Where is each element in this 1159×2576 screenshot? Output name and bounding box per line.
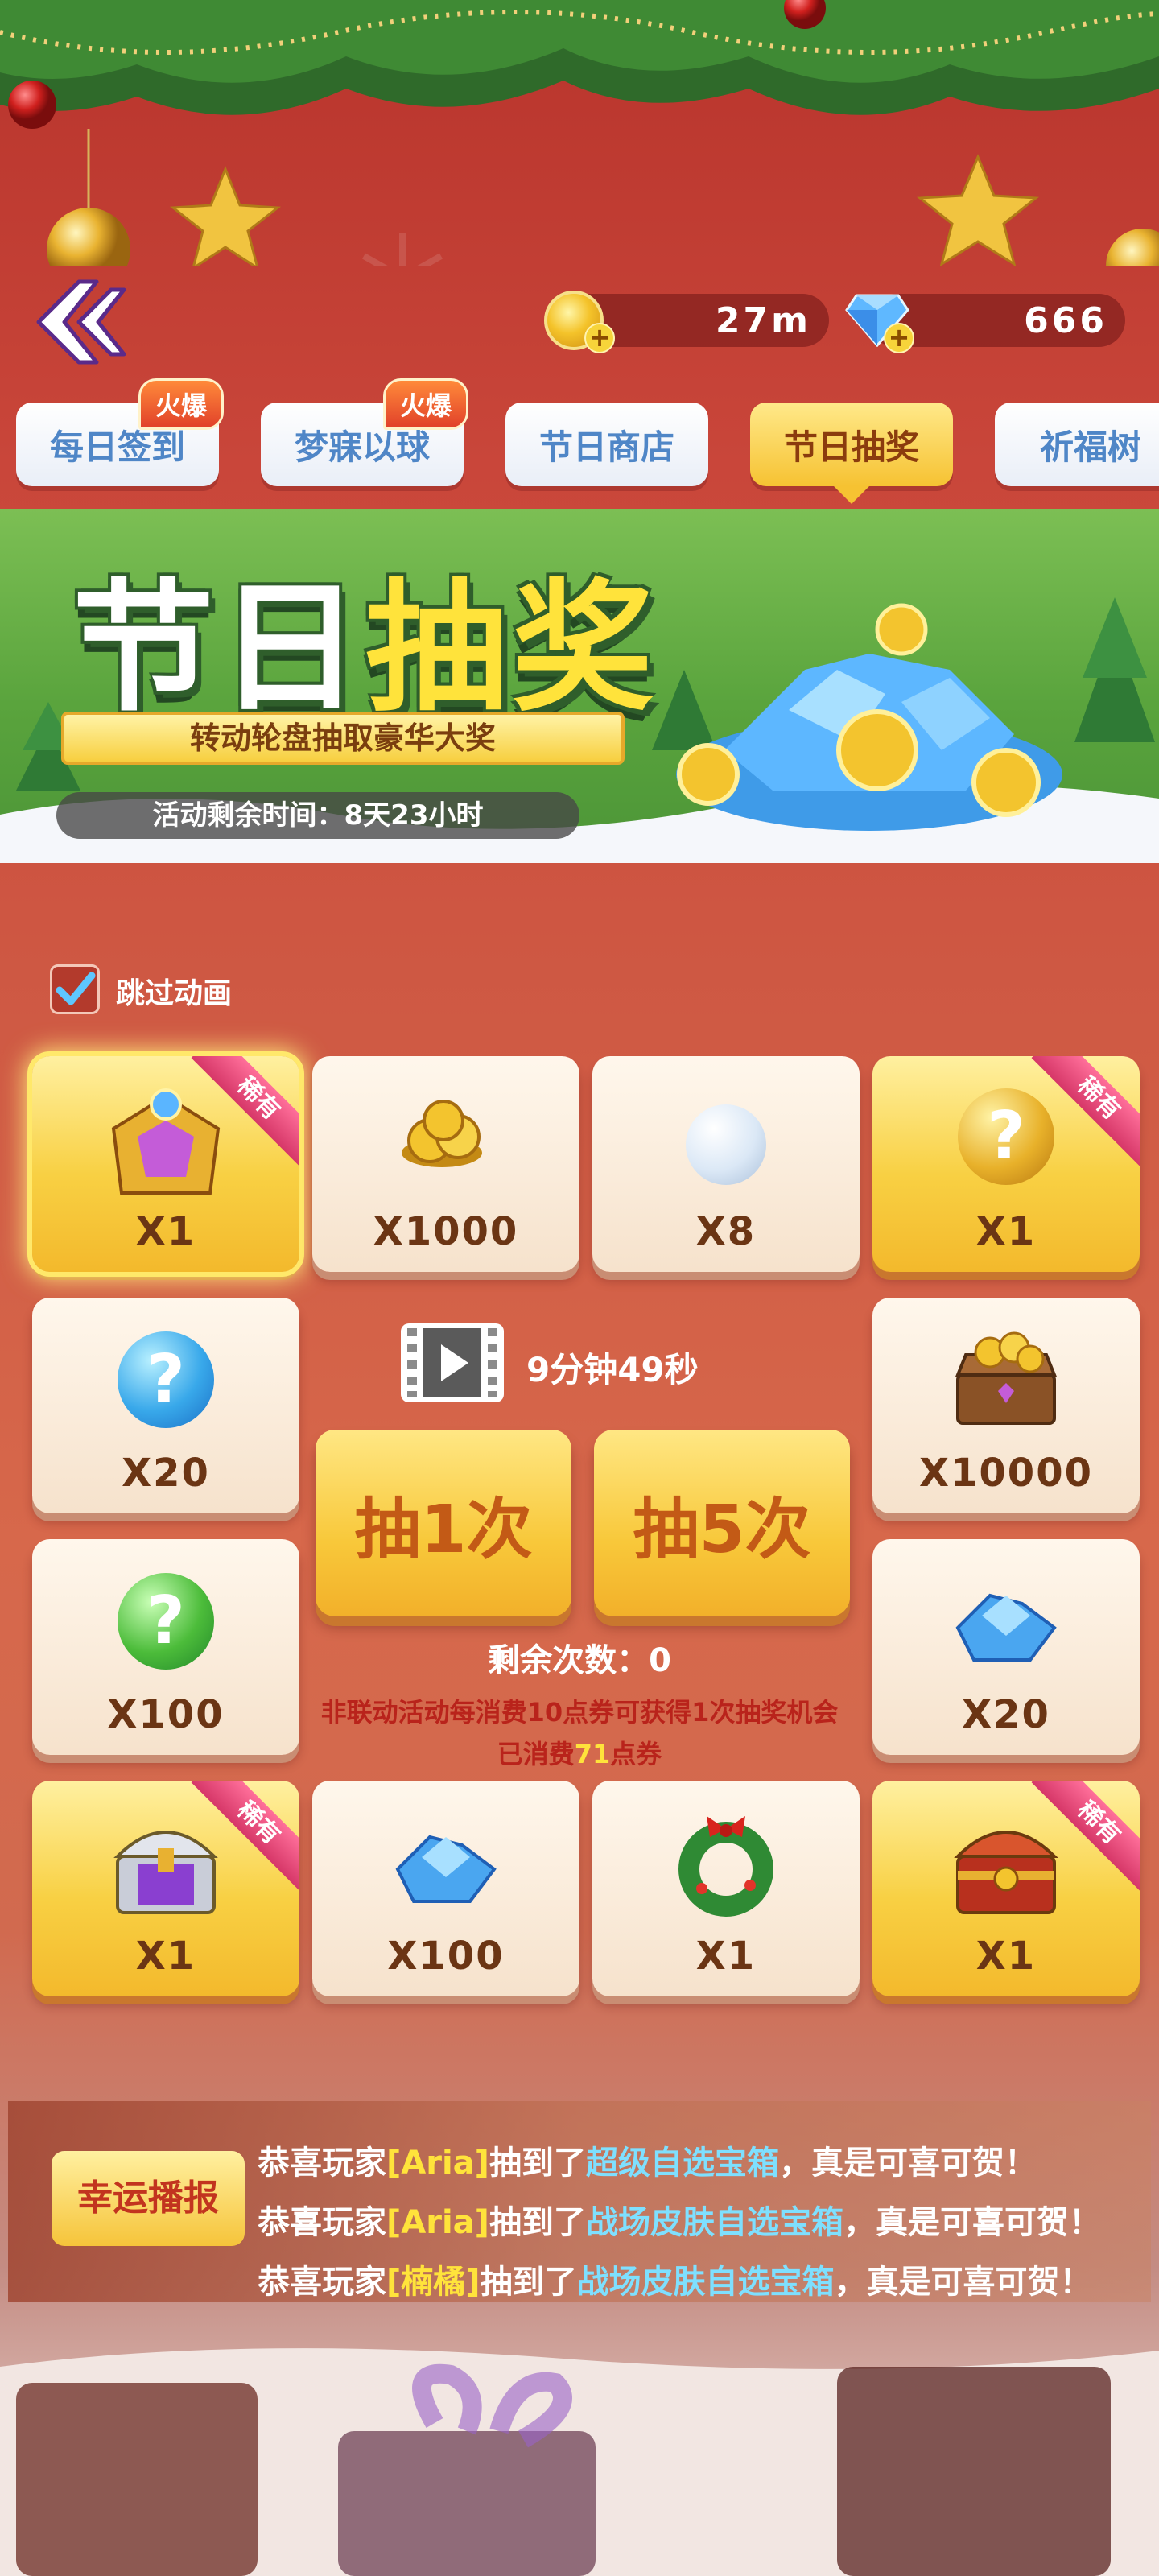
prize-quantity: X1 — [135, 1209, 196, 1254]
banner-title: 节日抽奖 — [72, 533, 658, 738]
prize-quantity: X1000 — [373, 1209, 519, 1254]
prize-quantity: X10000 — [919, 1451, 1093, 1496]
skip-animation-label: 跳过动画 — [116, 977, 233, 1010]
prize-cell[interactable]: ? X20 — [32, 1298, 299, 1513]
prize-cell[interactable]: 稀有 X1 — [27, 1051, 304, 1277]
remaining-draws: 剩余次数：0 — [488, 1642, 671, 1679]
player-name: [楠橘] — [386, 2264, 481, 2301]
broadcast-message: 恭喜玩家[Aria]抽到了战场皮肤自选宝箱，真是可喜可贺！ — [258, 2196, 1101, 2243]
msg-mid: 抽到了 — [480, 2264, 577, 2301]
video-cooldown-timer: 9分钟49秒 — [526, 1350, 699, 1389]
checkmark-icon — [56, 972, 96, 1005]
spent-points-text: 已消费71点券 — [0, 1734, 1159, 1771]
purple-chest-icon — [113, 1831, 218, 1914]
prize-cell[interactable]: X1000 — [312, 1056, 580, 1272]
gold-mystery-orb-icon: ? — [958, 1088, 1054, 1185]
msg-suffix: ，真是可喜可贺！ — [778, 2145, 1037, 2182]
broadcast-message: 恭喜玩家[楠橘]抽到了战场皮肤自选宝箱，真是可喜可贺！ — [258, 2256, 1092, 2302]
player-name: [Aria] — [386, 2145, 489, 2182]
broadcast-message: 恭喜玩家[Aria]抽到了超级自选宝箱，真是可喜可贺！ — [258, 2136, 1037, 2183]
draw-five-button[interactable]: 抽5次 — [594, 1430, 850, 1616]
gold-amount: 27m — [715, 300, 811, 341]
prize-quantity: X1 — [975, 1934, 1037, 1979]
msg-suffix: ，真是可喜可贺！ — [843, 2204, 1101, 2241]
player-name: [Aria] — [386, 2204, 489, 2241]
event-remaining-time: 活动剩余时间：8天23小时 — [56, 792, 580, 839]
draw-once-label: 抽1次 — [354, 1491, 533, 1568]
prize-quantity: X100 — [387, 1934, 505, 1979]
msg-prefix: 恭喜玩家 — [258, 2204, 386, 2241]
hot-badge: 火爆 — [382, 378, 468, 430]
banner-title-part2: 抽奖 — [365, 566, 659, 731]
prize-cell[interactable]: 稀有 X1 — [32, 1781, 299, 1996]
tab-label: 祈福树 — [1040, 427, 1142, 467]
prize-cell[interactable]: X10000 — [872, 1298, 1140, 1513]
gold-currency: + 27m — [544, 291, 829, 353]
tab-festival-shop[interactable]: 节日商店 — [505, 402, 708, 486]
tab-daily-checkin[interactable]: 每日签到 火爆 — [16, 378, 224, 486]
spent-prefix: 已消费 — [497, 1739, 575, 1769]
golden-armor-chest-icon — [111, 1088, 221, 1195]
msg-mid: 抽到了 — [489, 2145, 586, 2182]
banner-title-part1: 节日 — [72, 566, 366, 731]
reward-name: 战场皮肤自选宝箱 — [576, 2264, 835, 2301]
prize-cell[interactable]: ? 稀有 X1 — [872, 1056, 1140, 1272]
diamond-amount: 666 — [1024, 300, 1107, 341]
diamond-pile-icon — [676, 603, 1062, 831]
reward-name: 超级自选宝箱 — [585, 2145, 779, 2182]
lucky-broadcast-panel: 幸运播报 恭喜玩家[Aria]抽到了超级自选宝箱，真是可喜可贺！ 恭喜玩家[Ar… — [8, 2101, 1151, 2302]
tab-blessing-tree[interactable]: 祈福树 — [995, 402, 1159, 486]
prize-quantity: X1 — [975, 1209, 1037, 1254]
back-button[interactable] — [23, 274, 127, 370]
tab-dream-ball[interactable]: 梦寐以球 火爆 — [261, 378, 468, 486]
banner-subtitle: 转动轮盘抽取豪华大奖 — [61, 712, 625, 765]
reward-name: 战场皮肤自选宝箱 — [585, 2204, 843, 2241]
watch-video-icon[interactable] — [398, 1320, 507, 1406]
diamond-currency: + 666 — [845, 294, 1125, 353]
tab-festival-lottery[interactable]: 节日抽奖 — [750, 402, 953, 504]
prize-cell[interactable]: X1 — [592, 1781, 860, 1996]
msg-prefix: 恭喜玩家 — [258, 2145, 386, 2182]
snowball-icon — [686, 1104, 766, 1185]
skip-animation-checkbox[interactable] — [50, 964, 100, 1014]
diamond-pile-icon — [395, 1835, 497, 1903]
event-banner: 节日抽奖 转动轮盘抽取豪华大奖 活动剩余时间：8天23小时 — [0, 509, 1159, 863]
prize-cell[interactable]: X8 — [592, 1056, 860, 1272]
hot-badge: 火爆 — [138, 378, 224, 430]
christmas-garland-decoration — [0, 0, 1159, 266]
blue-mystery-orb-icon: ? — [118, 1331, 214, 1428]
draw-five-label: 抽5次 — [633, 1491, 811, 1568]
prize-quantity: X20 — [122, 1451, 210, 1496]
tab-label: 节日抽奖 — [783, 427, 919, 467]
msg-suffix: ，真是可喜可贺！ — [834, 2264, 1092, 2301]
prize-cell[interactable]: 稀有 X1 — [872, 1781, 1140, 1996]
prize-cell[interactable]: X100 — [312, 1781, 580, 1996]
treasure-chest-coins-icon — [955, 1331, 1057, 1425]
draw-rule-text: 非联动活动每消费10点券可获得1次抽奖机会 — [320, 1697, 839, 1728]
add-gold-button[interactable]: + — [584, 323, 615, 353]
prize-quantity: X1 — [695, 1934, 757, 1979]
lucky-broadcast-badge: 幸运播报 — [52, 2151, 245, 2246]
spent-suffix: 点券 — [610, 1739, 662, 1769]
draw-once-button[interactable]: 抽1次 — [316, 1430, 571, 1616]
red-gold-chest-icon — [954, 1831, 1058, 1914]
add-diamond-button[interactable]: + — [884, 323, 914, 353]
gift-boxes-background — [0, 2348, 1159, 2576]
prize-quantity: X8 — [695, 1209, 757, 1254]
msg-prefix: 恭喜玩家 — [258, 2264, 386, 2301]
prize-quantity: X1 — [135, 1934, 196, 1979]
gold-coins-icon — [402, 1100, 482, 1167]
christmas-wreath-icon — [678, 1816, 773, 1917]
msg-mid: 抽到了 — [489, 2204, 586, 2241]
tab-label: 节日商店 — [538, 427, 674, 467]
spent-amount: 71 — [574, 1739, 611, 1769]
